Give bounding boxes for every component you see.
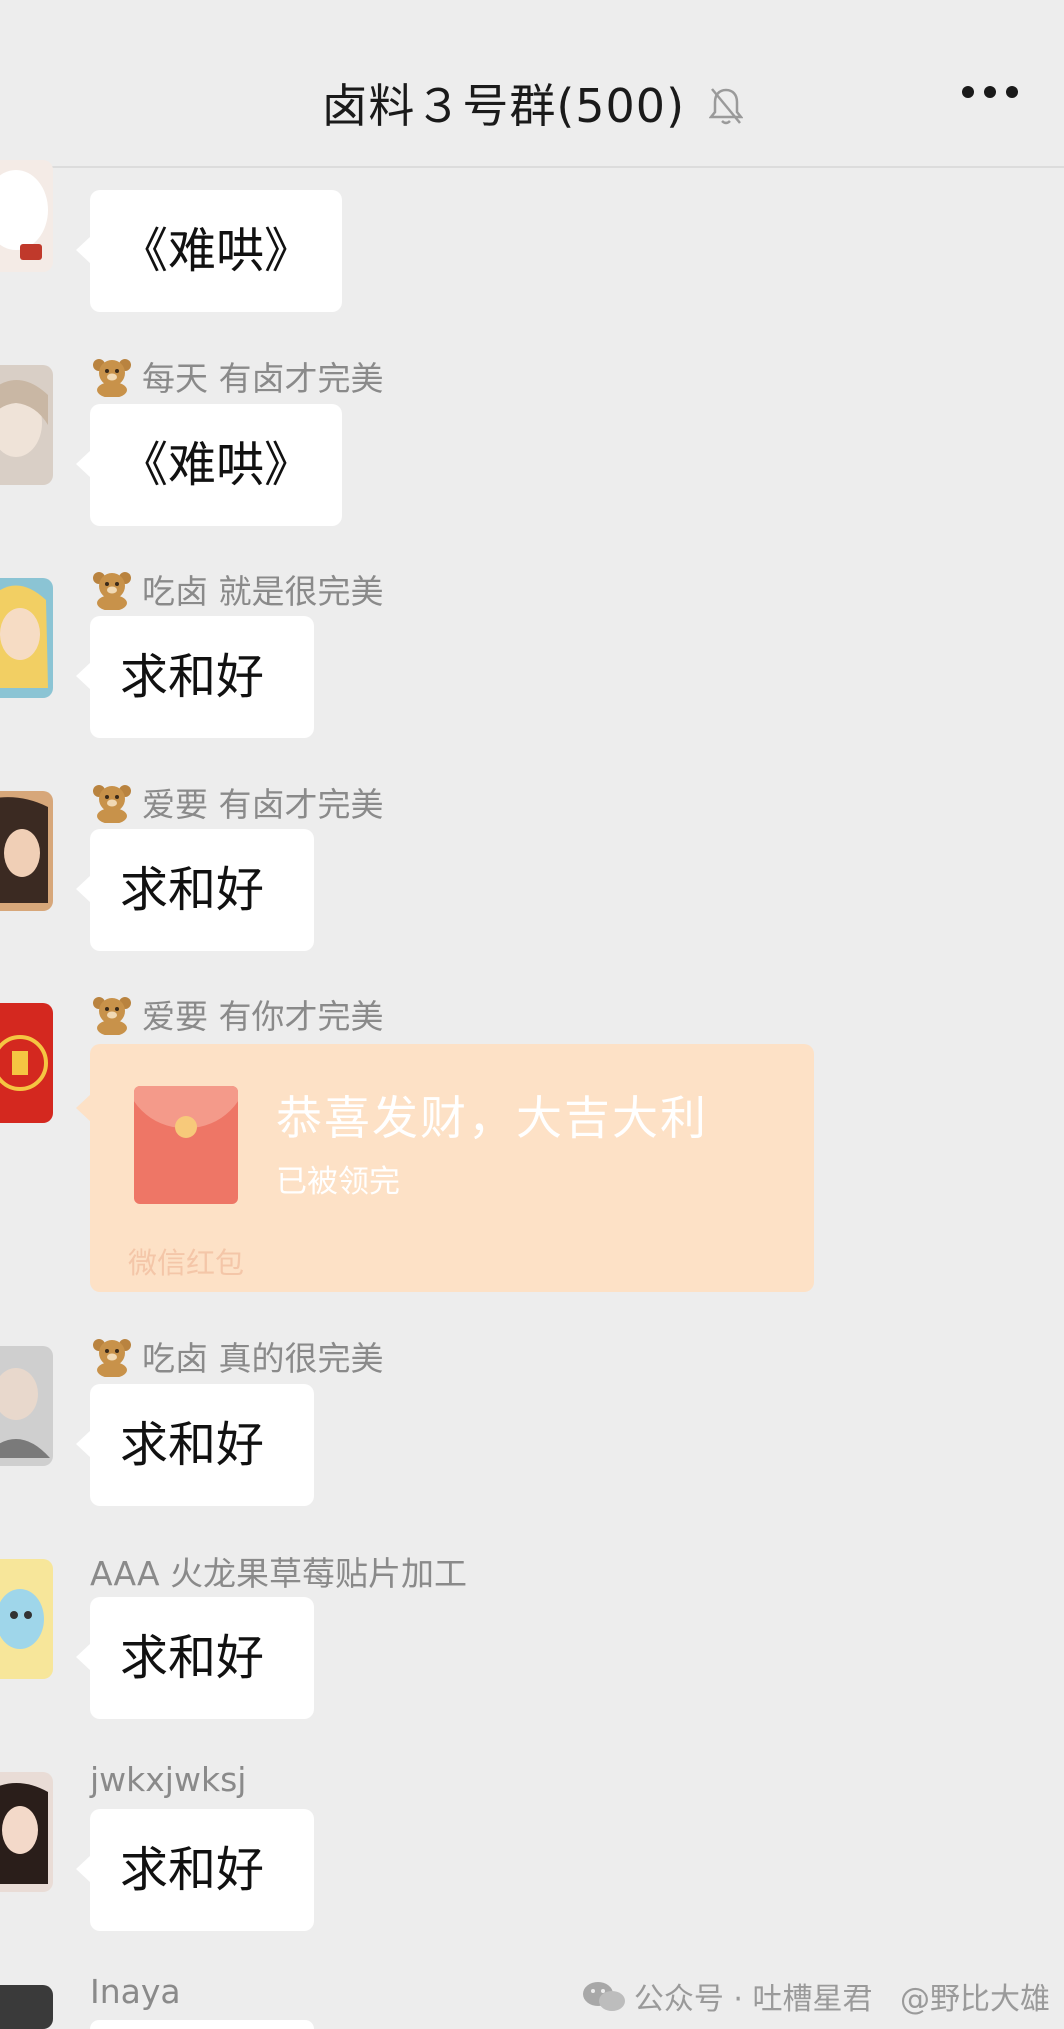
avatar[interactable] — [0, 160, 53, 272]
red-packet-title: 恭喜发财，大吉大利 — [276, 1091, 708, 1145]
sender-name: 爱要 有卤才完美 — [90, 778, 384, 831]
red-envelope-icon — [134, 1086, 238, 1204]
wechat-logo-icon — [582, 1980, 626, 2022]
sender-name: 吃卤 就是很完美 — [90, 565, 384, 618]
sender-name: 爱要 有你才完美 — [90, 990, 384, 1043]
chat-header: 卤料３号群(500) — [0, 0, 1064, 168]
avatar[interactable] — [0, 1003, 53, 1123]
avatar[interactable] — [0, 365, 53, 485]
bear-emoji-icon — [90, 570, 134, 618]
more-dots-icon[interactable] — [962, 86, 1018, 102]
sender-name: jwkxjwksj — [90, 1760, 247, 1799]
group-title[interactable]: 卤料３号群(500) — [321, 79, 685, 133]
message-bubble[interactable]: 求和好 — [76, 1809, 314, 1931]
avatar[interactable] — [0, 791, 53, 911]
message-bubble[interactable]: 求和好 — [76, 616, 314, 738]
red-packet-status: 已被领完 — [276, 1164, 400, 1200]
mute-bell-icon — [708, 83, 744, 137]
sender-name: 吃卤 真的很完美 — [90, 1332, 384, 1385]
message-bubble[interactable]: 《难哄》 — [75, 190, 343, 312]
avatar[interactable] — [0, 578, 53, 698]
watermark: 公众号 · 吐槽星君 @野比大雄 — [582, 1974, 1050, 2022]
sender-name: AAA 火龙果草莓贴片加工 — [90, 1554, 468, 1593]
bear-emoji-icon — [90, 1337, 134, 1385]
bear-emoji-icon — [90, 995, 134, 1043]
chat-title-bar: 卤料３号群(500) — [0, 70, 1064, 137]
avatar[interactable] — [0, 1346, 53, 1466]
message-bubble[interactable]: 求和好 — [76, 1597, 314, 1719]
avatar[interactable] — [0, 1772, 53, 1892]
sender-name: Inaya — [90, 1972, 181, 2011]
red-packet-card[interactable]: 恭喜发财，大吉大利 已被领完 微信红包 — [76, 1044, 814, 1292]
avatar[interactable] — [0, 1985, 53, 2029]
avatar[interactable] — [0, 1559, 53, 1679]
message-bubble[interactable]: 《难哄》 — [75, 404, 343, 526]
message-bubble[interactable]: 求和好 — [76, 1384, 314, 1506]
red-packet-footer: 微信红包 — [128, 1246, 245, 1280]
sender-name: 每天 有卤才完美 — [90, 352, 384, 405]
bear-emoji-icon — [90, 357, 134, 405]
message-bubble[interactable]: 求和好 — [76, 829, 314, 951]
message-bubble[interactable] — [90, 2020, 314, 2029]
bear-emoji-icon — [90, 783, 134, 831]
